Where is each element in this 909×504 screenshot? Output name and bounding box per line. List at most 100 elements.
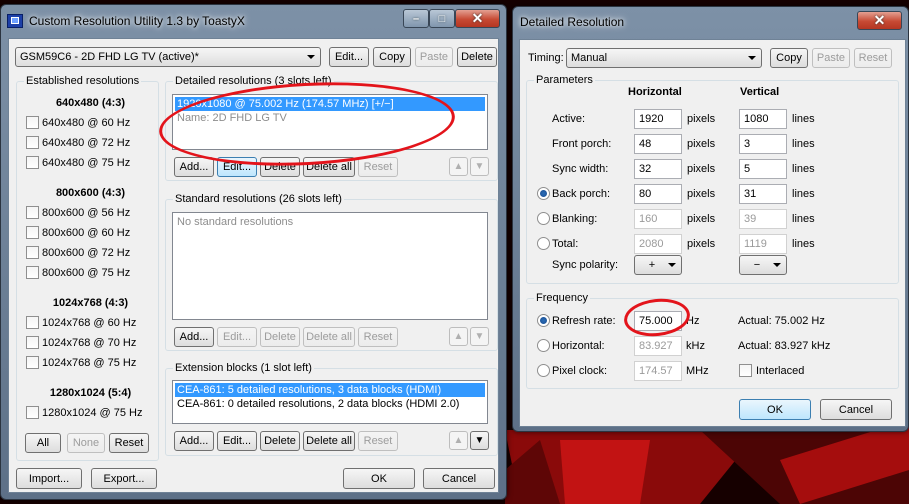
extension-move-up-icon[interactable]: ▲ [449,431,468,450]
vertical-parameter-field[interactable]: 1119 [739,234,787,254]
horizontal-frequency-radio[interactable] [537,339,550,352]
interlaced-checkbox[interactable] [739,364,752,377]
horizontal-parameter-field[interactable]: 160 [634,209,682,229]
standard-move-down-icon[interactable]: ▼ [470,327,489,346]
extension-block-item[interactable]: CEA-861: 5 detailed resolutions, 3 data … [175,383,485,397]
horizontal-parameter-field[interactable]: 32 [634,159,682,179]
pixel-clock-unit: MHz [686,365,709,377]
standard-delete-all-button[interactable]: Delete all [303,327,355,347]
standard-delete-button[interactable]: Delete [260,327,300,347]
horizontal-parameter-field[interactable]: 48 [634,134,682,154]
horizontal-parameter-field[interactable]: 2080 [634,234,682,254]
extension-add-button[interactable]: Add... [174,431,214,451]
extension-delete-all-button[interactable]: Delete all [303,431,355,451]
established-resolution-checkbox[interactable] [26,406,39,419]
maximize-button[interactable]: □ [429,9,455,28]
vertical-parameter-field[interactable]: 31 [739,184,787,204]
chevron-down-icon [307,55,315,59]
extension-block-item[interactable]: CEA-861: 0 detailed resolutions, 2 data … [175,397,485,411]
established-resolution-checkbox[interactable] [26,316,39,329]
detail-window: Detailed Resolution ✕ Timing: Manual Cop… [512,6,909,432]
extension-edit-button[interactable]: Edit... [217,431,257,451]
established-resolution-checkbox[interactable] [26,266,39,279]
standard-edit-button[interactable]: Edit... [217,327,257,347]
detailed-resolution-name: Name: 2D FHD LG TV [177,112,287,124]
refresh-rate-radio[interactable] [537,314,550,327]
established-resolution-checkbox[interactable] [26,246,39,259]
detailed-delete-button[interactable]: Delete [260,157,300,177]
horizontal-unit-label: pixels [687,113,716,125]
monitor-combo[interactable]: GSM59C6 - 2D FHD LG TV (active)* [15,47,321,67]
extension-blocks-list[interactable]: CEA-861: 5 detailed resolutions, 3 data … [172,380,488,424]
timing-combo[interactable]: Manual [566,48,762,68]
copy-monitor-button[interactable]: Copy [373,47,411,67]
export-button[interactable]: Export... [91,468,157,489]
close-button[interactable]: ✕ [455,9,500,28]
standard-empty-text: No standard resolutions [177,216,294,228]
detailed-edit-button[interactable]: Edit... [217,157,257,177]
pixel-clock-radio[interactable] [537,364,550,377]
detailed-add-button[interactable]: Add... [174,157,214,177]
detailed-move-up-icon[interactable]: ▲ [449,157,468,176]
minimize-button[interactable]: – [403,9,429,28]
standard-resolutions-list[interactable]: No standard resolutions [172,212,488,320]
reset-established-button[interactable]: Reset [109,433,149,453]
established-resolution-label: 800x600 @ 60 Hz [42,227,131,239]
standard-reset-button[interactable]: Reset [358,327,398,347]
horizontal-unit-label: pixels [687,213,716,225]
extension-delete-button[interactable]: Delete [260,431,300,451]
extension-move-down-icon[interactable]: ▼ [470,431,489,450]
pixel-clock-label: Pixel clock: [552,365,608,377]
parameter-label: Sync width: [552,163,609,175]
horizontal-frequency-field[interactable]: 83.927 [634,336,682,356]
extension-reset-button[interactable]: Reset [358,431,398,451]
horizontal-parameter-field[interactable]: 1920 [634,109,682,129]
detailed-resolutions-list[interactable]: 1920x1080 @ 75.002 Hz (174.57 MHz) [+/−]… [172,94,488,150]
cancel-button[interactable]: Cancel [423,468,495,489]
standard-add-button[interactable]: Add... [174,327,214,347]
established-resolution-checkbox[interactable] [26,356,39,369]
refresh-rate-field[interactable]: 75.000 [634,311,682,331]
detailed-resolution-item[interactable]: 1920x1080 @ 75.002 Hz (174.57 MHz) [+/−] [175,97,485,111]
ok-button[interactable]: OK [343,468,415,489]
established-resolution-checkbox[interactable] [26,116,39,129]
established-resolution-checkbox[interactable] [26,136,39,149]
vertical-parameter-field[interactable]: 1080 [739,109,787,129]
detailed-move-down-icon[interactable]: ▼ [470,157,489,176]
horizontal-unit-label: pixels [687,238,716,250]
all-button[interactable]: All [25,433,61,453]
vertical-parameter-field[interactable]: 39 [739,209,787,229]
parameters-group: Parameters [526,74,899,284]
paste-monitor-button[interactable]: Paste [415,47,453,67]
detailed-delete-all-button[interactable]: Delete all [303,157,355,177]
vertical-parameter-field[interactable]: 5 [739,159,787,179]
detail-cancel-button[interactable]: Cancel [820,399,892,420]
detail-copy-button[interactable]: Copy [770,48,808,68]
detail-ok-button[interactable]: OK [739,399,811,420]
pixel-clock-field[interactable]: 174.57 [634,361,682,381]
detailed-reset-button[interactable]: Reset [358,157,398,177]
established-group-heading: 640x480 (4:3) [55,97,126,109]
horizontal-sync-polarity-select[interactable]: + [634,255,682,275]
established-resolution-checkbox[interactable] [26,156,39,169]
none-button[interactable]: None [67,433,105,453]
parameter-radio[interactable] [537,237,550,250]
established-resolution-checkbox[interactable] [26,206,39,219]
established-resolution-checkbox[interactable] [26,226,39,239]
parameters-title: Parameters [534,74,595,86]
delete-monitor-button[interactable]: Delete [457,47,497,67]
established-resolution-checkbox[interactable] [26,336,39,349]
horizontal-parameter-field[interactable]: 80 [634,184,682,204]
vertical-parameter-field[interactable]: 3 [739,134,787,154]
edit-monitor-button[interactable]: Edit... [329,47,369,67]
parameter-radio[interactable] [537,187,550,200]
standard-move-up-icon[interactable]: ▲ [449,327,468,346]
detail-paste-button[interactable]: Paste [812,48,850,68]
detail-close-button[interactable]: ✕ [857,11,902,30]
established-resolution-label: 1024x768 @ 60 Hz [42,317,137,329]
detail-reset-button[interactable]: Reset [854,48,892,68]
refresh-rate-label: Refresh rate: [552,315,616,327]
import-button[interactable]: Import... [16,468,82,489]
parameter-radio[interactable] [537,212,550,225]
vertical-sync-polarity-select[interactable]: − [739,255,787,275]
